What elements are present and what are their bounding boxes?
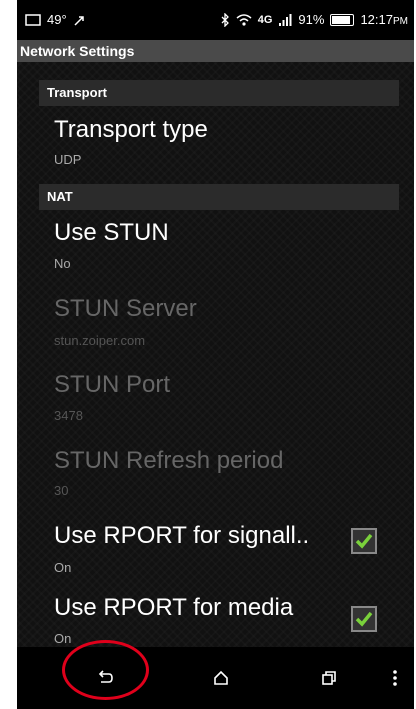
signal-icon: [278, 13, 292, 26]
battery-icon: [330, 13, 355, 26]
rport-media-checkbox[interactable]: [351, 606, 377, 632]
item-value: 3478: [54, 408, 83, 423]
battery-percent-text: 91%: [298, 12, 325, 27]
item-title: Use RPORT for media: [54, 594, 294, 621]
section-header-transport: Transport: [39, 80, 399, 106]
item-value: On: [54, 631, 72, 646]
recent-apps-button[interactable]: [311, 663, 347, 693]
item-value: 30: [54, 483, 69, 498]
notification-icon: [73, 13, 87, 27]
back-icon: [98, 670, 113, 683]
checkmark-icon: [355, 533, 373, 549]
checkmark-icon: [355, 611, 373, 627]
item-title: Transport type: [54, 116, 208, 143]
message-icon: [25, 13, 41, 26]
item-title: Use RPORT for signall..: [54, 522, 310, 549]
time-text: 12:17PM: [360, 12, 408, 27]
rport-signalling-checkbox[interactable]: [351, 528, 377, 554]
network-type-text: 4G: [257, 13, 273, 26]
navigation-bar: [17, 647, 414, 709]
item-title: STUN Refresh period: [54, 447, 284, 474]
item-title: STUN Port: [54, 371, 171, 398]
home-button[interactable]: [203, 663, 239, 693]
back-button[interactable]: [88, 663, 124, 693]
bluetooth-icon: [220, 12, 230, 27]
recent-apps-icon: [322, 671, 336, 685]
item-title: STUN Server: [54, 295, 197, 322]
item-value: stun.zoiper.com: [54, 333, 146, 348]
item-title: Use STUN: [54, 219, 169, 246]
item-value: On: [54, 560, 72, 575]
section-header-nat: NAT: [39, 184, 399, 210]
menu-icon: [393, 670, 397, 686]
page-title: Network Settings: [17, 40, 414, 62]
menu-button[interactable]: [383, 663, 407, 693]
phone-screen: 49° 4G 91% 12:17PM Network Settings Tran…: [17, 0, 414, 709]
item-value: No: [54, 256, 71, 271]
settings-list[interactable]: Transport Transport type UDP NAT Use STU…: [17, 62, 414, 647]
item-value: UDP: [54, 152, 82, 167]
status-bar: 49° 4G 91% 12:17PM: [17, 0, 414, 40]
temperature-text: 49°: [47, 12, 67, 27]
home-icon: [214, 670, 228, 685]
wifi-icon: [236, 13, 252, 27]
